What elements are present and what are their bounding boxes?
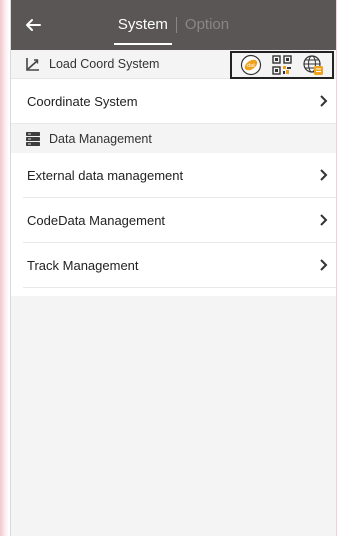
coordinate-file-icon[interactable]: dat — [239, 53, 263, 77]
chevron-right-icon — [316, 168, 330, 182]
globe-import-icon[interactable] — [301, 53, 325, 77]
data-management-list: External data management CodeData Manage… — [11, 153, 336, 288]
tab-bar: System Option — [11, 0, 336, 50]
track-row[interactable]: Track Management — [23, 243, 336, 288]
load-coord-label: Load Coord System — [49, 57, 160, 71]
codedata-row[interactable]: CodeData Management — [23, 198, 336, 243]
track-label: Track Management — [27, 257, 139, 273]
chevron-right-icon — [316, 94, 330, 108]
load-coord-section[interactable]: Load Coord System dat — [11, 50, 336, 79]
external-data-row[interactable]: External data management — [23, 153, 336, 198]
axis-icon — [25, 56, 41, 72]
empty-area — [11, 296, 336, 536]
tab-option[interactable]: Option — [177, 0, 237, 50]
data-management-section: Data Management — [11, 124, 336, 153]
codedata-label: CodeData Management — [27, 212, 166, 228]
chevron-right-icon — [316, 213, 330, 227]
database-icon — [25, 131, 41, 147]
quick-actions-box: dat — [230, 51, 334, 79]
qr-code-icon[interactable] — [270, 53, 294, 77]
external-data-label: External data management — [27, 167, 184, 183]
left-edge-decoration — [0, 0, 9, 536]
top-bar: System Option — [11, 0, 336, 50]
app-window: System Option Load Coord System dat Coor… — [10, 0, 336, 536]
screen-frame: System Option Load Coord System dat Coor… — [0, 0, 337, 536]
chevron-right-icon — [316, 258, 330, 272]
coordinate-system-label: Coordinate System — [27, 93, 138, 109]
data-management-label: Data Management — [49, 131, 152, 146]
tab-system[interactable]: System — [110, 0, 176, 50]
svg-text:dat: dat — [248, 63, 256, 69]
coordinate-system-row[interactable]: Coordinate System — [11, 79, 336, 124]
